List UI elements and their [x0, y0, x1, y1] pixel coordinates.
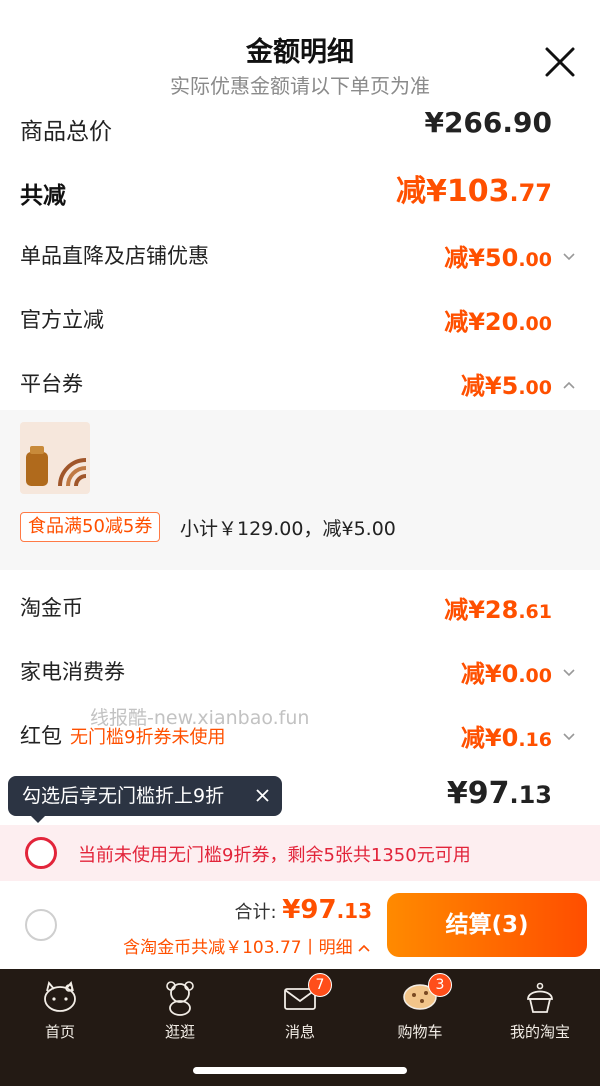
checkout-detail-link[interactable]: 含淘金币共减￥103.77丨明细 — [123, 933, 370, 958]
tab-cart-label: 购物车 — [397, 1023, 443, 1041]
home-indicator[interactable] — [193, 1067, 407, 1074]
close-icon[interactable] — [542, 44, 578, 80]
tooltip-text: 勾选后享无门槛折上9折 — [22, 785, 225, 807]
tab-home[interactable]: 首页 — [0, 977, 120, 1047]
promo-radio[interactable] — [25, 837, 57, 869]
platform-coupon-label: 平台券 — [20, 372, 83, 396]
shop-discount-row[interactable]: 单品直降及店铺优惠 减¥50.00 — [0, 228, 600, 284]
cupcake-icon — [527, 982, 553, 1013]
shop-discount-label: 单品直降及店铺优惠 — [20, 244, 209, 268]
tab-my-taobao[interactable]: 我的淘宝 — [480, 977, 600, 1047]
messages-badge: 7 — [308, 973, 332, 997]
total-discount-amount: 减¥103.77 — [395, 174, 552, 209]
select-all-radio[interactable] — [25, 909, 57, 941]
bear-icon — [166, 981, 194, 1016]
tab-my-taobao-label: 我的淘宝 — [509, 1023, 570, 1041]
product-total-label: 商品总价 — [20, 119, 112, 145]
sheet-header: 金额明细 实际优惠金额请以下单页为准 — [0, 0, 600, 120]
checkout-total: 合计: ¥97.13 — [234, 895, 372, 925]
red-packet-amount: 减¥0.16 — [460, 724, 552, 752]
product-total-amount: ¥266.90 — [424, 108, 552, 139]
page-subtitle: 实际优惠金额请以下单页为准 — [170, 74, 430, 98]
official-discount-row: 官方立减 减¥20.00 — [0, 292, 600, 348]
chevron-down-icon[interactable] — [562, 666, 576, 680]
product-thumbnail[interactable] — [20, 422, 90, 494]
chevron-down-icon[interactable] — [562, 250, 576, 264]
platform-coupon-amount: 减¥5.00 — [460, 372, 552, 400]
taojinbi-row: 淘金币 减¥28.61 — [0, 580, 600, 636]
tab-cart[interactable]: 3 购物车 — [360, 973, 480, 1047]
cart-badge: 3 — [428, 973, 452, 997]
product-total-row: 商品总价 ¥266.90 — [0, 108, 600, 152]
chevron-up-icon[interactable] — [562, 378, 576, 392]
promo-bar[interactable]: 当前未使用无门槛9折券，剩余5张共1350元可用 — [0, 825, 600, 881]
platform-coupon-row[interactable]: 平台券 减¥5.00 — [0, 356, 600, 412]
taojinbi-label: 淘金币 — [20, 596, 83, 620]
tab-browse-label: 逛逛 — [164, 1023, 195, 1041]
chevron-up-icon — [358, 944, 370, 952]
appliance-coupon-row[interactable]: 家电消费券 减¥0.00 — [0, 644, 600, 700]
tab-browse[interactable]: 逛逛 — [120, 977, 240, 1047]
watermark: 线报酷-new.xianbao.fun — [90, 707, 310, 729]
final-amount: ¥97.13 — [446, 776, 552, 811]
tab-home-label: 首页 — [44, 1023, 75, 1041]
tooltip-close-icon[interactable] — [255, 788, 270, 803]
coupon-detail-panel: 食品满50减5券 小计￥129.00，减¥5.00 — [0, 410, 600, 570]
taojinbi-amount: 减¥28.61 — [444, 596, 552, 624]
checkout-price: ¥97.13 — [282, 895, 372, 925]
appliance-coupon-amount: 减¥0.00 — [460, 660, 552, 688]
checkout-bar: 合计: ¥97.13 含淘金币共减￥103.77丨明细 结算(3) — [0, 881, 600, 969]
total-discount-label: 共减 — [20, 183, 66, 209]
tab-messages-label: 消息 — [284, 1023, 315, 1041]
total-discount-row: 共减 减¥103.77 — [0, 164, 600, 220]
page-title: 金额明细 — [246, 37, 354, 68]
hello-kitty-icon — [44, 981, 76, 1012]
tab-messages[interactable]: 7 消息 — [240, 973, 360, 1047]
official-discount-label: 官方立减 — [20, 308, 104, 332]
checkout-button[interactable]: 结算(3) — [387, 893, 587, 957]
red-packet-note: 无门槛9折券未使用 — [70, 727, 226, 748]
coupon-tooltip: 勾选后享无门槛折上9折 — [8, 776, 282, 816]
coupon-subtotal: 小计￥129.00，减¥5.00 — [180, 518, 396, 540]
shop-discount-amount: 减¥50.00 — [444, 244, 552, 272]
tooltip-arrow — [30, 815, 46, 823]
promo-text: 当前未使用无门槛9折券，剩余5张共1350元可用 — [78, 845, 471, 866]
official-discount-amount: 减¥20.00 — [444, 308, 552, 336]
chevron-down-icon[interactable] — [562, 730, 576, 744]
appliance-coupon-label: 家电消费券 — [20, 660, 125, 684]
coupon-tag: 食品满50减5券 — [20, 512, 161, 542]
